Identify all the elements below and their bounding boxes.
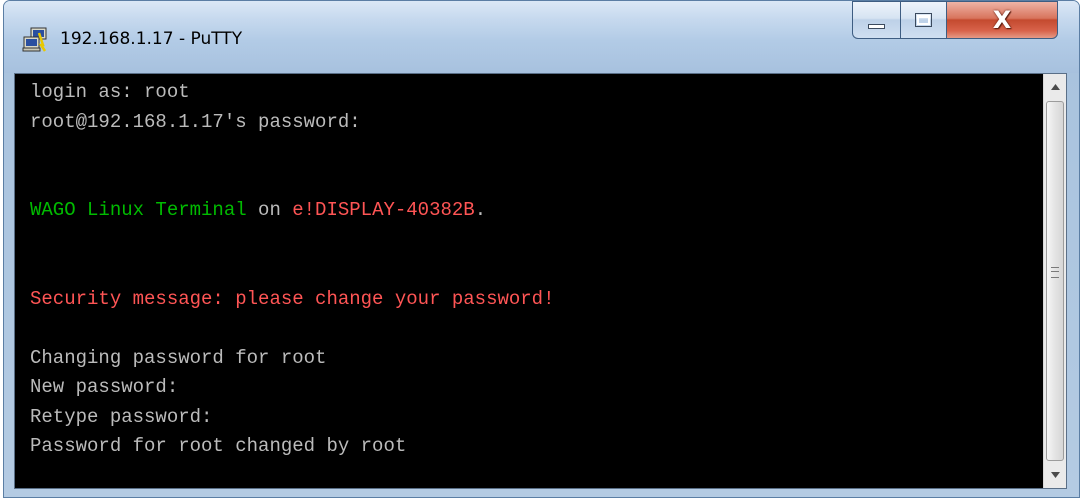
scroll-down-arrow-icon bbox=[1050, 472, 1060, 478]
close-icon: X bbox=[992, 6, 1012, 34]
minimize-button[interactable] bbox=[852, 1, 900, 39]
terminal-output[interactable]: login as: root root@192.168.1.17's passwo… bbox=[15, 74, 1043, 488]
scroll-up-arrow-icon bbox=[1050, 84, 1060, 90]
terminal-text-segment: on bbox=[246, 199, 293, 221]
terminal-line: Retype password: bbox=[30, 403, 1043, 433]
scroll-down-button[interactable] bbox=[1044, 462, 1066, 488]
terminal-text-segment: e!DISPLAY-40382B bbox=[292, 199, 475, 221]
maximize-button[interactable] bbox=[900, 1, 946, 39]
terminal-text-segment: root@192.168.1.17's password: bbox=[30, 110, 361, 133]
terminal-line: Password for root changed by root bbox=[30, 432, 1043, 462]
scrollbar-thumb[interactable] bbox=[1046, 101, 1064, 461]
terminal-line: New password: bbox=[30, 373, 1043, 403]
minimize-icon bbox=[868, 23, 885, 29]
title-bar[interactable]: 192.168.1.17 - PuTTY X bbox=[4, 1, 1079, 73]
close-button[interactable]: X bbox=[946, 1, 1058, 39]
terminal-area[interactable]: login as: root root@192.168.1.17's passwo… bbox=[14, 73, 1067, 489]
terminal-text-segment: . bbox=[474, 199, 487, 221]
vertical-scrollbar[interactable] bbox=[1043, 74, 1066, 488]
terminal-text-segment: Retype password: bbox=[30, 405, 213, 428]
terminal-line: Security message: please change your pas… bbox=[30, 285, 1043, 315]
putty-computers-icon[interactable] bbox=[22, 27, 50, 53]
terminal-line: root@192.168.1.17's password: bbox=[30, 108, 1043, 138]
terminal-line: login as: root bbox=[30, 78, 1043, 108]
terminal-line: Changing password for root bbox=[30, 344, 1043, 374]
terminal-text-segment: login as: root bbox=[30, 81, 190, 103]
window-title: 192.168.1.17 - PuTTY bbox=[60, 29, 243, 49]
terminal-text-segment: New password: bbox=[30, 376, 179, 398]
putty-window: 192.168.1.17 - PuTTY X login as: root roo… bbox=[3, 0, 1080, 498]
terminal-text-segment: Security message: please change your pas… bbox=[30, 287, 555, 310]
scroll-up-button[interactable] bbox=[1044, 74, 1066, 100]
terminal-text-segment: Changing password for root bbox=[30, 346, 327, 369]
terminal-text-segment: WAGO Linux Terminal bbox=[30, 199, 247, 221]
grip-lines-icon bbox=[1051, 267, 1059, 278]
maximize-icon bbox=[915, 13, 932, 27]
terminal-text-segment: Password for root changed by root bbox=[30, 435, 407, 457]
terminal-line: WAGO Linux Terminal on e!DISPLAY-40382B. bbox=[30, 196, 1043, 226]
